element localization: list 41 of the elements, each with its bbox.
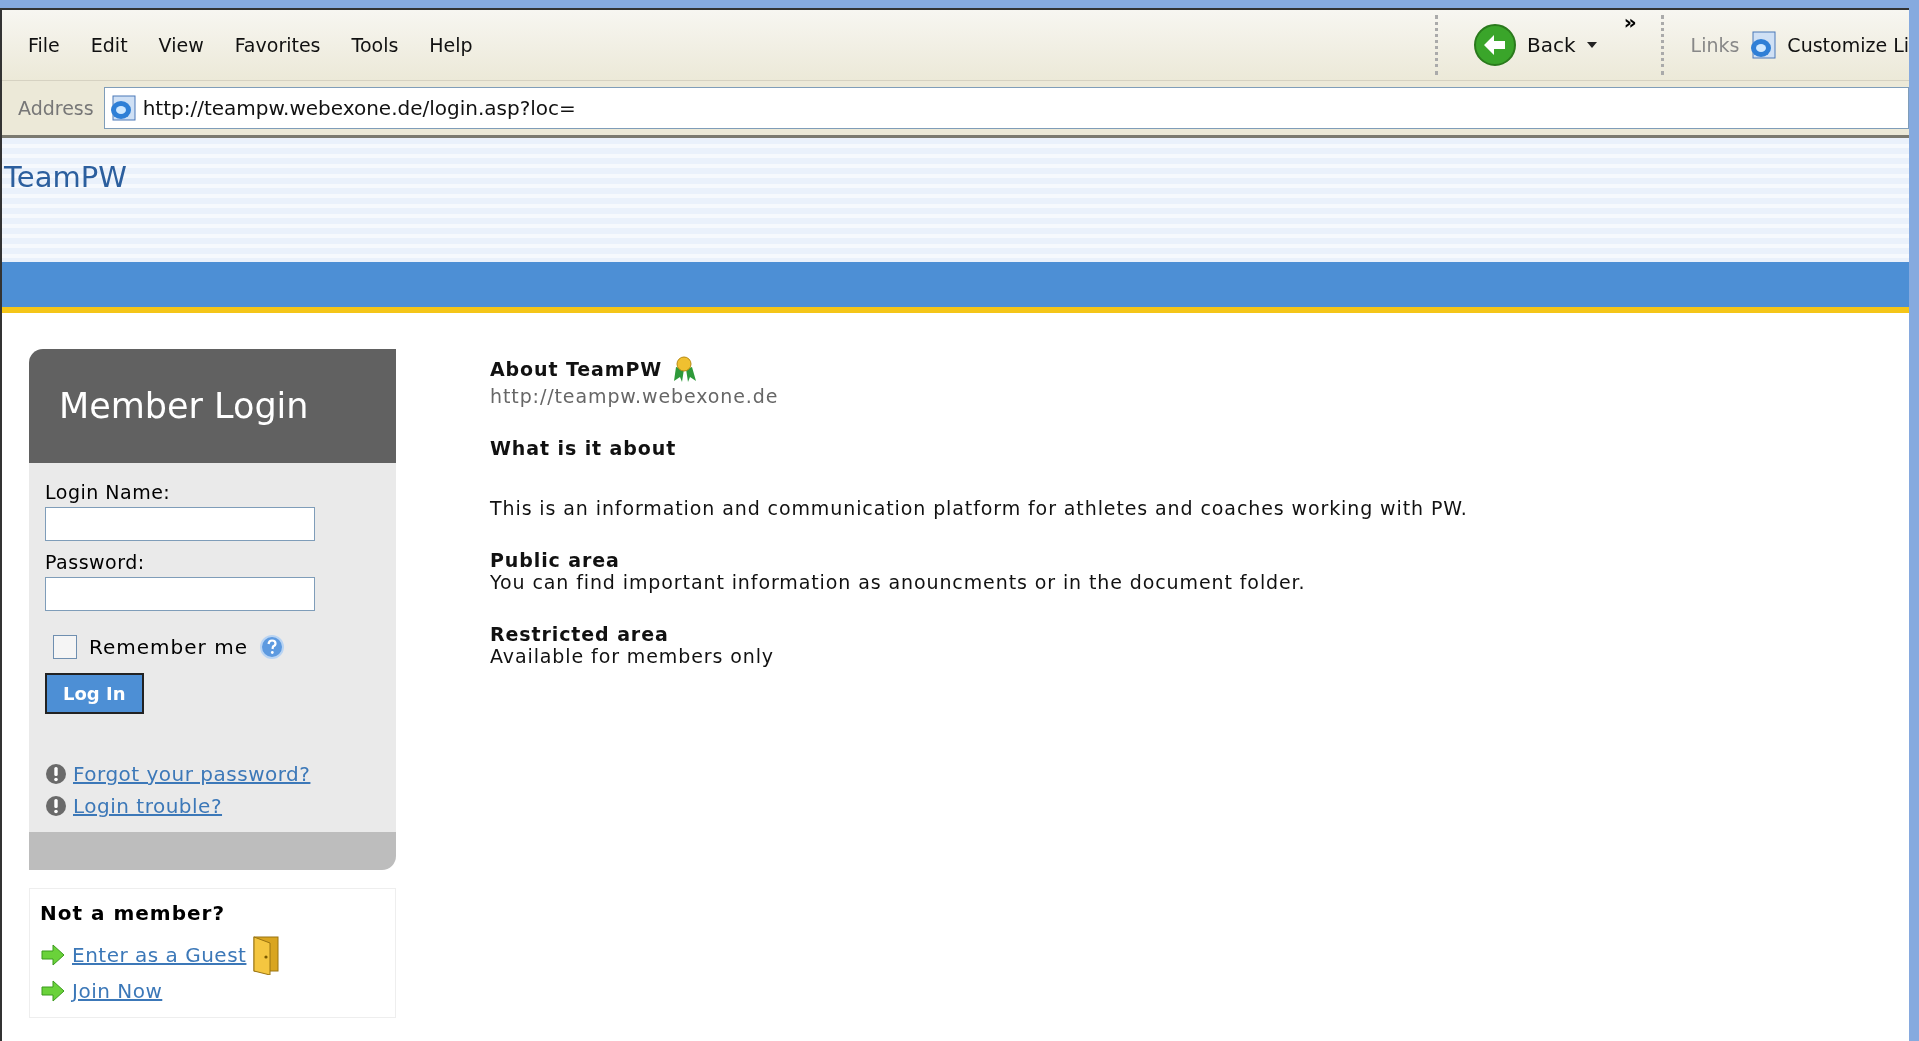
section-heading: Public area — [490, 549, 621, 571]
chevron-button[interactable]: » — [1623, 10, 1637, 34]
arrow-icon — [40, 980, 66, 1002]
menu-item[interactable]: View — [158, 34, 204, 56]
input-field[interactable] — [45, 507, 315, 541]
checkbox[interactable] — [53, 635, 77, 659]
back-button[interactable]: Back — [1465, 23, 1606, 67]
section-text: This is an information and communication platform for athletes and coaches working with PW. — [490, 497, 1468, 519]
guest-heading: Not a member? — [40, 901, 227, 925]
section-text: Available for members only — [490, 645, 775, 667]
menu-item[interactable]: Help — [429, 34, 473, 56]
section-heading: Restricted area — [490, 623, 670, 645]
page-icon — [108, 94, 137, 122]
help-icon[interactable] — [259, 635, 284, 659]
exclamation-icon — [45, 763, 67, 785]
help-link[interactable]: Forgot your password? — [73, 762, 311, 786]
caret-icon — [1585, 41, 1598, 49]
arrow-icon — [40, 944, 66, 966]
menu-item[interactable]: Tools — [351, 34, 399, 56]
address-field[interactable]: http://teampw.webexone.de/login.asp?loc= — [103, 87, 1909, 129]
about-heading: About TeamPW — [490, 358, 663, 380]
guest-link[interactable]: Enter as a Guest — [72, 943, 247, 967]
field-label: Password: — [45, 551, 145, 573]
login-title: Member Login — [59, 386, 309, 426]
section-text: You can find important information as anouncments or in the document folder. — [490, 571, 1307, 593]
customize-links-link[interactable]: Customize Li — [1787, 34, 1909, 56]
menu-item[interactable]: Edit — [90, 34, 128, 56]
field-label: Login Name: — [45, 481, 171, 503]
input-field[interactable] — [45, 577, 315, 611]
guest-link[interactable]: Join Now — [72, 979, 163, 1003]
exclamation-icon — [45, 795, 67, 817]
page-icon — [1749, 30, 1778, 60]
menu-item[interactable]: File — [28, 34, 60, 56]
menu-item[interactable]: Favorites — [234, 34, 321, 56]
address-label: Address — [17, 97, 95, 119]
checkbox-label: Remember me — [89, 635, 248, 659]
site-title: TeamPW — [4, 160, 127, 194]
site-url: http://teampw.webexone.de — [490, 385, 780, 407]
section-heading: What is it about — [490, 437, 678, 459]
help-link[interactable]: Login trouble? — [73, 794, 223, 818]
links-label: Links — [1690, 34, 1740, 56]
